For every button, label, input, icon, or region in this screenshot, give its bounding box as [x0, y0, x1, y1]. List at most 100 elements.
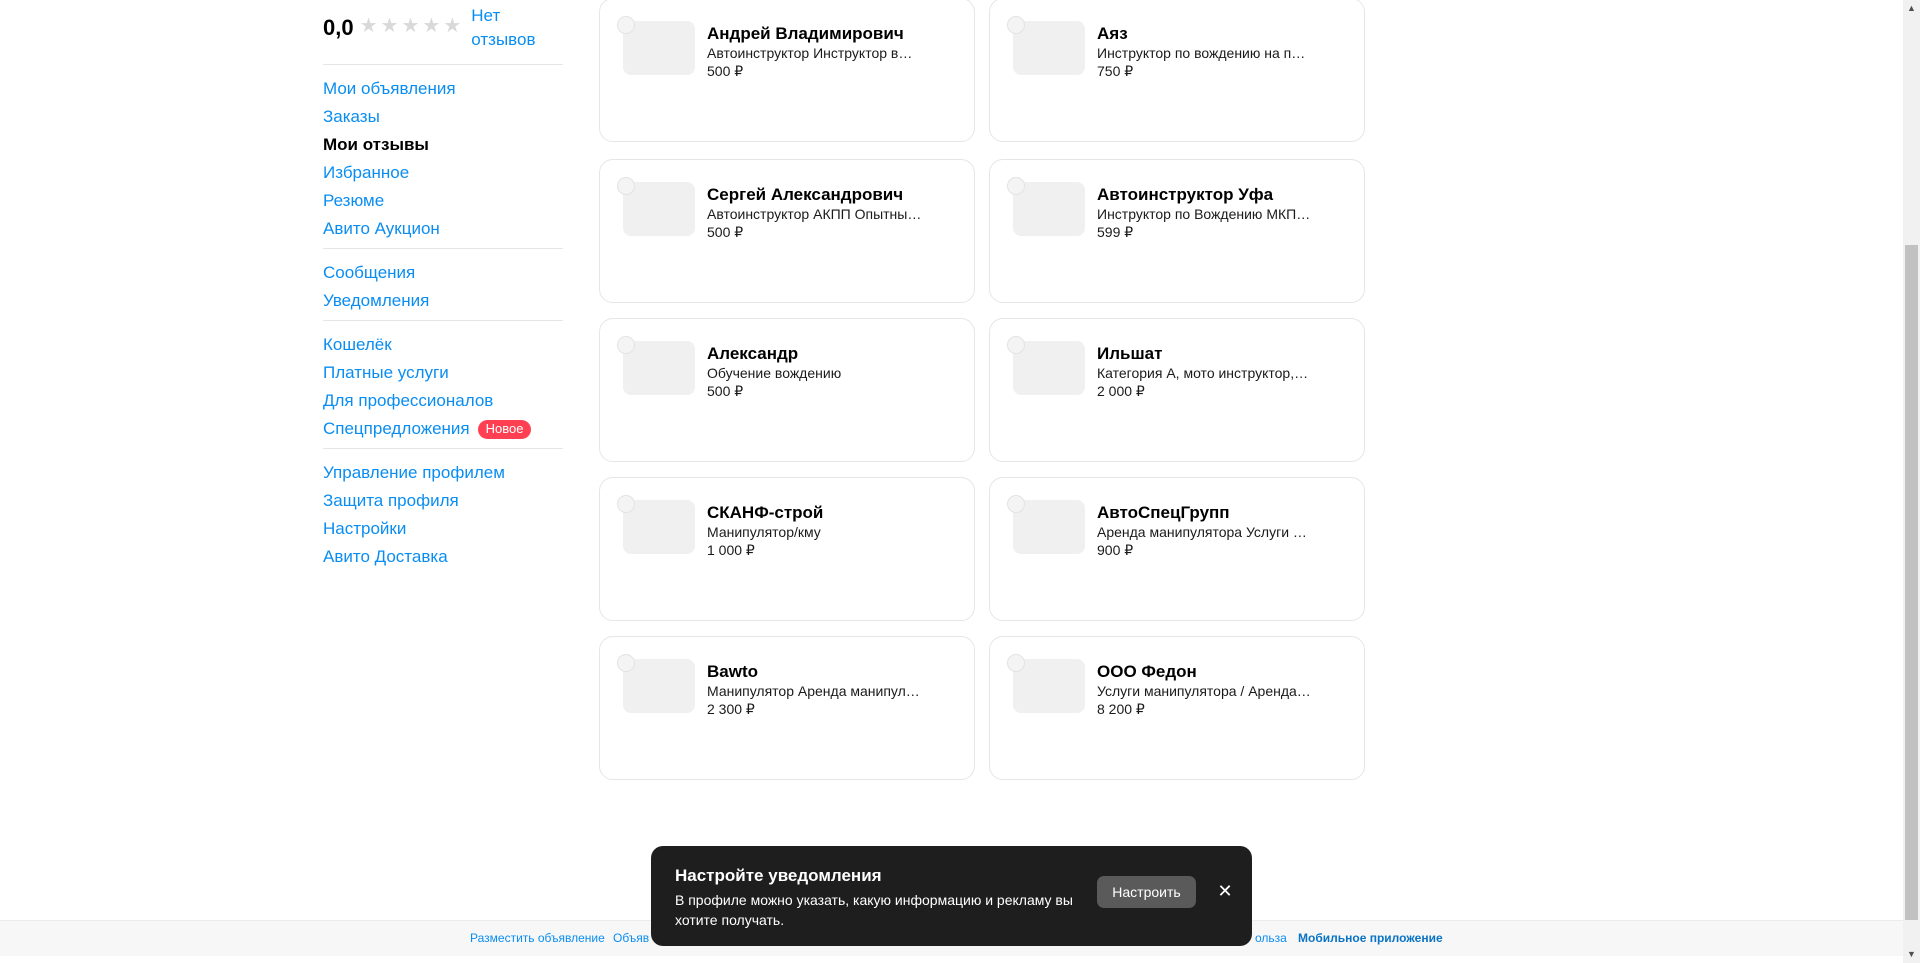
card-info: АвтоСпецГрупп Аренда манипулятора Услуги…: [1097, 503, 1347, 559]
card-select-radio[interactable]: [617, 177, 635, 195]
seller-card[interactable]: СКАНФ-строй Манипулятор/кму 1 000 ₽: [599, 477, 975, 621]
seller-card[interactable]: Андрей Владимирович Автоинструктор Инстр…: [599, 0, 975, 142]
card-description: Обучение вождению: [707, 365, 842, 381]
card-name: СКАНФ-строй: [707, 503, 824, 522]
card-price: 900 ₽: [1097, 542, 1134, 558]
card-name: Андрей Владимирович: [707, 24, 904, 43]
card-select-radio[interactable]: [1007, 336, 1025, 354]
sidebar-item-label: Платные услуги: [323, 363, 449, 382]
seller-card[interactable]: Александр Обучение вождению 500 ₽: [599, 318, 975, 462]
footer-link-post-ad[interactable]: Разместить объявление: [470, 931, 605, 945]
rating-stars: ★ ★ ★ ★ ★: [360, 16, 462, 36]
card-price: 2 300 ₽: [707, 701, 755, 717]
footer-link-ads[interactable]: Объяв: [613, 931, 649, 945]
card-name: Александр: [707, 344, 799, 363]
sidebar-item-label: Заказы: [323, 107, 380, 126]
sidebar-item-special-offers[interactable]: Спецпредложения Новое: [323, 415, 563, 443]
sidebar-group-main: Мои объявления Заказы Мои отзывы Избранн…: [323, 75, 563, 243]
seller-card[interactable]: Аяз Инструктор по вождению на п… 750 ₽: [989, 0, 1365, 142]
sidebar-item-label: Управление профилем: [323, 463, 505, 482]
notification-toast: Настройте уведомления В профиле можно ук…: [651, 846, 1252, 946]
sidebar-item-label: Избранное: [323, 163, 410, 182]
card-description: Инструктор по Вождению МКП…: [1097, 206, 1311, 222]
sidebar-item-label: Мои объявления: [323, 79, 456, 98]
card-info: Ильшат Категория А, мото инструктор,… 2 …: [1097, 344, 1347, 400]
sidebar-item-messages[interactable]: Сообщения: [323, 259, 563, 287]
sidebar-item-auction[interactable]: Авито Аукцион: [323, 215, 563, 243]
rating-summary: 0,0 ★ ★ ★ ★ ★ Нет отзывов: [323, 0, 563, 59]
card-info: Александр Обучение вождению 500 ₽: [707, 344, 957, 400]
card-select-radio[interactable]: [1007, 654, 1025, 672]
seller-card[interactable]: ООО Федон Услуги манипулятора / Аренда… …: [989, 636, 1365, 780]
footer-link-mobile-app[interactable]: Мобильное приложение: [1298, 931, 1443, 945]
card-select-radio[interactable]: [1007, 16, 1025, 34]
page: 0,0 ★ ★ ★ ★ ★ Нет отзывов Мои объявления…: [0, 0, 1920, 963]
seller-card[interactable]: Сергей Александрович Автоинструктор АКПП…: [599, 159, 975, 303]
sidebar-item-label: Авито Доставка: [323, 547, 448, 566]
sidebar-item-delivery[interactable]: Авито Доставка: [323, 543, 563, 571]
seller-card[interactable]: АвтоСпецГрупп Аренда манипулятора Услуги…: [989, 477, 1365, 621]
sidebar-item-label: Мои отзывы: [323, 135, 429, 154]
sidebar-item-for-pros[interactable]: Для профессионалов: [323, 387, 563, 415]
card-info: Андрей Владимирович Автоинструктор Инстр…: [707, 24, 957, 80]
card-name: АвтоСпецГрупп: [1097, 503, 1230, 522]
card-name: Bawto: [707, 662, 758, 681]
sidebar-item-label: Настройки: [323, 519, 407, 538]
card-name: ООО Федон: [1097, 662, 1197, 681]
card-price: 2 000 ₽: [1097, 383, 1145, 399]
sidebar-item-label: Авито Аукцион: [323, 219, 440, 238]
sidebar-item-orders[interactable]: Заказы: [323, 103, 563, 131]
sidebar-item-paid-services[interactable]: Платные услуги: [323, 359, 563, 387]
card-name: Аяз: [1097, 24, 1128, 43]
no-reviews-link[interactable]: Нет отзывов: [471, 4, 551, 52]
sidebar-item-label: Сообщения: [323, 263, 416, 282]
card-description: Категория А, мото инструктор,…: [1097, 365, 1309, 381]
sidebar-item-my-ads[interactable]: Мои объявления: [323, 75, 563, 103]
star-icon: ★: [401, 15, 420, 37]
card-info: Аяз Инструктор по вождению на п… 750 ₽: [1097, 24, 1347, 80]
card-info: СКАНФ-строй Манипулятор/кму 1 000 ₽: [707, 503, 957, 559]
sidebar-item-profile-protection[interactable]: Защита профиля: [323, 487, 563, 515]
sidebar-item-settings[interactable]: Настройки: [323, 515, 563, 543]
sidebar-item-favorites[interactable]: Избранное: [323, 159, 563, 187]
scrollbar-thumb[interactable]: [1905, 245, 1918, 920]
card-info: Сергей Александрович Автоинструктор АКПП…: [707, 185, 957, 241]
card-select-radio[interactable]: [1007, 177, 1025, 195]
sidebar-item-wallet[interactable]: Кошелёк: [323, 331, 563, 359]
card-info: ООО Федон Услуги манипулятора / Аренда… …: [1097, 662, 1347, 718]
card-description: Манипулятор/кму: [707, 524, 821, 540]
sidebar-item-my-reviews[interactable]: Мои отзывы: [323, 131, 563, 159]
sidebar-group-messages: Сообщения Уведомления: [323, 259, 563, 315]
scroll-down-arrow-icon[interactable]: ▼: [1903, 946, 1920, 963]
sidebar-item-profile-management[interactable]: Управление профилем: [323, 459, 563, 487]
sidebar-item-label: Спецпредложения: [323, 419, 470, 438]
card-price: 500 ₽: [707, 224, 744, 240]
scroll-up-arrow-icon[interactable]: ▲: [1903, 0, 1920, 17]
card-select-radio[interactable]: [617, 336, 635, 354]
sidebar-item-label: Кошелёк: [323, 335, 392, 354]
card-select-radio[interactable]: [617, 495, 635, 513]
card-description: Услуги манипулятора / Аренда…: [1097, 683, 1311, 699]
card-select-radio[interactable]: [617, 16, 635, 34]
star-icon: ★: [422, 15, 441, 37]
card-description: Автоинструктор АКПП Опытны…: [707, 206, 922, 222]
profile-sidebar: 0,0 ★ ★ ★ ★ ★ Нет отзывов Мои объявления…: [323, 0, 563, 571]
seller-card[interactable]: Автоинструктор Уфа Инструктор по Вождени…: [989, 159, 1365, 303]
sidebar-item-resume[interactable]: Резюме: [323, 187, 563, 215]
new-badge: Новое: [477, 419, 532, 439]
card-select-radio[interactable]: [1007, 495, 1025, 513]
seller-card[interactable]: Ильшат Категория А, мото инструктор,… 2 …: [989, 318, 1365, 462]
card-name: Ильшат: [1097, 344, 1163, 363]
close-icon[interactable]: ✕: [1216, 882, 1234, 900]
footer-link-terms[interactable]: ольза: [1255, 931, 1287, 945]
configure-button[interactable]: Настроить: [1097, 876, 1196, 908]
sidebar-divider: [323, 448, 563, 449]
sidebar-divider: [323, 248, 563, 249]
sidebar-item-notifications[interactable]: Уведомления: [323, 287, 563, 315]
seller-card[interactable]: Bawto Манипулятор Аренда манипул… 2 300 …: [599, 636, 975, 780]
scrollbar[interactable]: ▲ ▼: [1903, 0, 1920, 963]
star-icon: ★: [359, 15, 378, 37]
card-select-radio[interactable]: [617, 654, 635, 672]
card-info: Bawto Манипулятор Аренда манипул… 2 300 …: [707, 662, 957, 718]
card-price: 8 200 ₽: [1097, 701, 1145, 717]
